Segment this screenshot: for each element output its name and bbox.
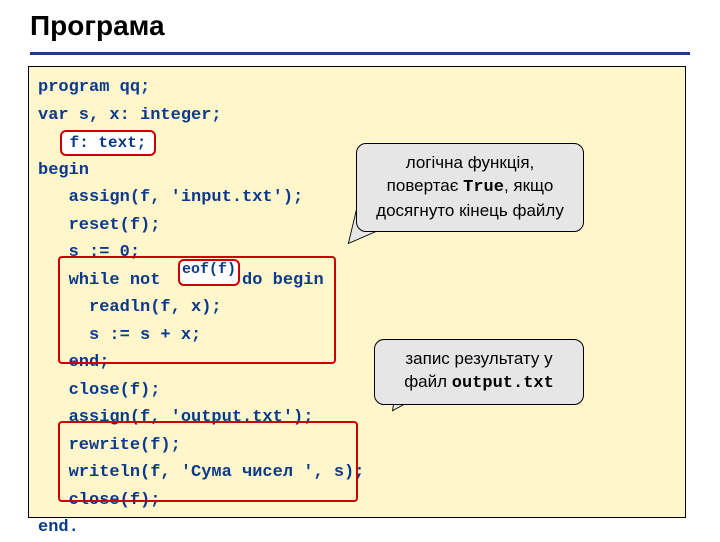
callout-text: логічна функція,	[406, 153, 535, 172]
callout-eof: логічна функція, повертає True, якщо дос…	[356, 143, 584, 232]
callout-text: запис результату у	[405, 349, 552, 368]
highlight-output-block	[58, 421, 358, 502]
slide-title: Програма	[30, 10, 165, 42]
callout-mono: True	[463, 178, 504, 197]
callout-text: , якщо	[504, 176, 553, 195]
title-underline	[30, 52, 690, 55]
callout-text: досягнуто кінець файлу	[376, 201, 564, 220]
highlight-ftext: f: text;	[60, 130, 156, 156]
slide: Програма program qq; var s, x: integer; …	[0, 0, 720, 540]
callout-text: повертає	[387, 176, 463, 195]
callout-text: файл	[404, 372, 452, 391]
callout-mono: output.txt	[452, 374, 554, 393]
highlight-eof: eof(f)	[178, 259, 240, 286]
callout-output: запис результату у файл output.txt	[374, 339, 584, 405]
